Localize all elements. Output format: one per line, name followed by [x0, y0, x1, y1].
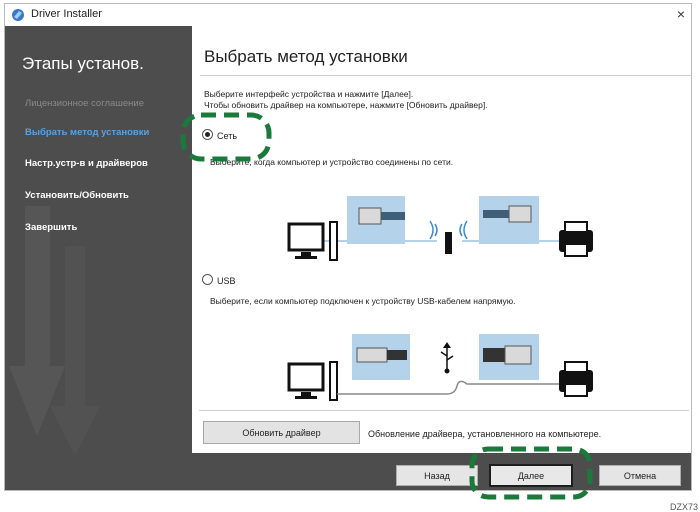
installer-window: Driver Installer × Этапы установ. Лиценз…	[4, 3, 692, 491]
sidebar: Этапы установ. Лицензионное соглашение В…	[5, 26, 192, 453]
page-title: Выбрать метод установки	[204, 47, 408, 66]
usb-radio[interactable]	[202, 274, 213, 285]
radio-selected-dot	[205, 132, 210, 137]
main-panel: Выбрать метод установки Выберите интерфе…	[192, 26, 691, 453]
computer-icon	[287, 361, 338, 401]
title-divider	[200, 75, 691, 76]
network-option-description: Выберите, когда компьютер и устройство с…	[210, 157, 454, 167]
usb-diagram	[287, 334, 593, 401]
footer-bar: Назад Далее Отмена	[5, 453, 691, 490]
cancel-button[interactable]: Отмена	[599, 465, 681, 486]
figure-code: DZX73	[669, 502, 698, 512]
instruction-text-1: Выберите интерфейс устройства и нажмите …	[204, 89, 414, 99]
sidebar-heading: Этапы установ.	[22, 54, 144, 73]
instruction-text-2: Чтобы обновить драйвер на компьютере, на…	[204, 100, 488, 110]
update-driver-description: Обновление драйвера, установленного на к…	[368, 429, 602, 439]
usb-plug-icon	[356, 347, 407, 363]
usb-option-label[interactable]: USB	[217, 276, 236, 286]
printer-icon	[559, 221, 593, 257]
back-button[interactable]: Назад	[396, 465, 478, 486]
sidebar-step-install: Установить/Обновить	[25, 190, 129, 201]
computer-icon	[287, 221, 338, 261]
usb-symbol-icon	[440, 342, 454, 374]
app-icon	[12, 9, 24, 21]
window-title: Driver Installer	[31, 8, 102, 20]
sidebar-step-finish: Завершить	[25, 222, 78, 233]
usb-option-description: Выберите, если компьютер подключен к уст…	[210, 296, 516, 306]
network-option-label[interactable]: Сеть	[217, 131, 237, 141]
update-driver-button[interactable]: Обновить драйвер	[203, 421, 360, 444]
sidebar-step-settings: Настр.устр-в и драйверов	[25, 158, 148, 169]
next-button[interactable]: Далее	[489, 464, 573, 487]
printer-icon	[559, 361, 593, 397]
network-radio[interactable]	[202, 129, 213, 140]
sidebar-decoration	[9, 206, 100, 453]
sidebar-step-license: Лицензионное соглашение	[25, 98, 145, 109]
network-diagram	[287, 196, 593, 261]
section-divider	[199, 410, 689, 411]
wireless-router-icon	[429, 220, 468, 254]
close-button[interactable]: ×	[677, 6, 685, 22]
usb-plug-icon	[483, 345, 532, 365]
sidebar-step-method: Выбрать метод установки	[25, 127, 150, 138]
title-bar: Driver Installer ×	[5, 4, 691, 26]
